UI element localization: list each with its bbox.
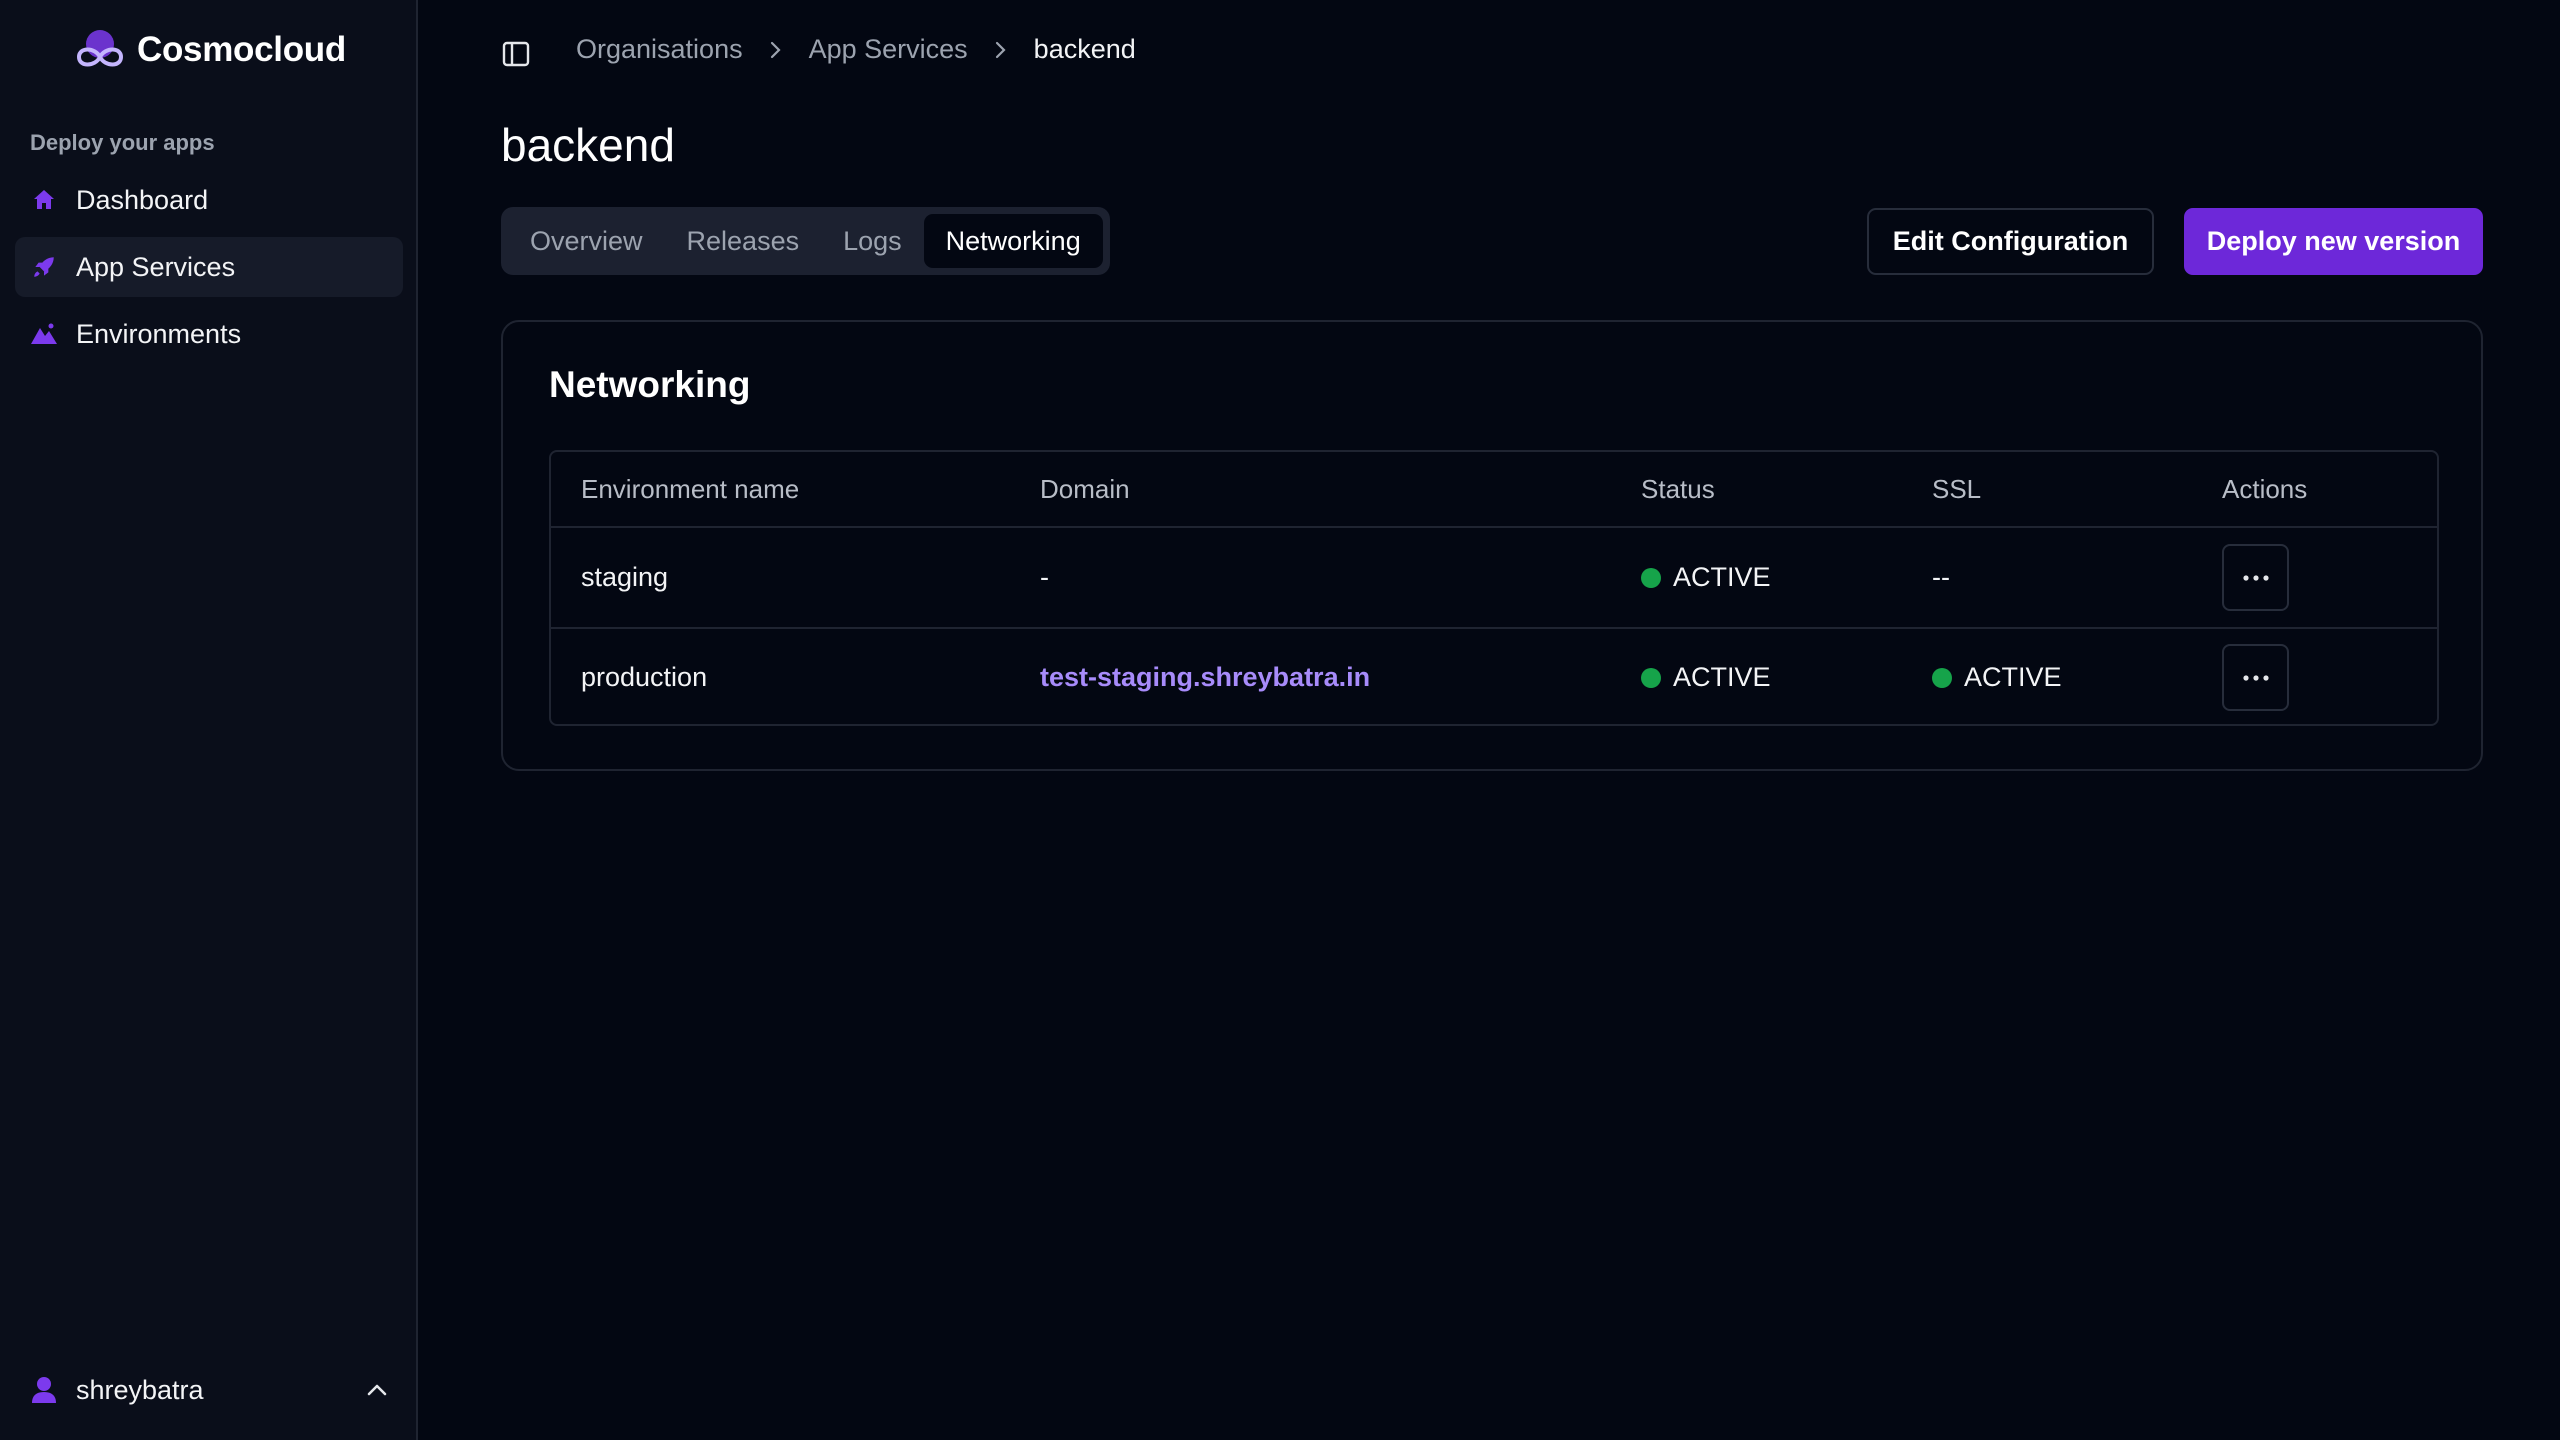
status-dot-icon [1641,667,1661,688]
row-actions-button[interactable] [2222,544,2289,611]
sidebar: Cosmocloud Deploy your apps Dashboard Ap… [0,0,418,1440]
column-header-domain: Domain [1040,473,1130,504]
ssl-status-badge: ACTIVE [1964,662,2062,692]
column-header-ssl: SSL [1932,473,1982,504]
networking-table: Environment name Domain Status SSL Actio… [549,450,2439,726]
tab-overview[interactable]: Overview [508,214,665,268]
ssl-value: -- [1932,562,1950,592]
brand[interactable]: Cosmocloud [73,26,346,74]
column-header-status: Status [1641,473,1715,504]
sidebar-item-label: App Services [76,251,236,282]
chevron-up-icon[interactable] [357,1370,397,1410]
table-row: production test-staging.shreybatra.in AC… [551,627,2437,724]
more-horizontal-icon [2242,574,2269,581]
table-row: staging - ACTIVE -- [551,528,2437,627]
status-dot-icon [1641,567,1661,588]
sidebar-item-label: Environments [76,318,242,349]
networking-card: Networking Environment name Domain Statu… [501,320,2483,771]
status-badge: ACTIVE [1673,662,1771,692]
user-icon [30,1376,58,1404]
status-badge: ACTIVE [1673,562,1771,592]
chevron-right-icon [769,40,783,60]
tab-bar: Overview Releases Logs Networking [501,207,1110,275]
page-title: backend [501,119,675,171]
status-cell: ACTIVE [1641,662,1771,693]
environment-name: staging [581,562,669,592]
mountain-icon [30,320,58,348]
breadcrumb: Organisations App Services backend [576,34,1136,65]
sidebar-item-dashboard[interactable]: Dashboard [15,170,403,230]
more-horizontal-icon [2242,674,2269,681]
sidebar-toggle-icon[interactable] [500,38,532,70]
tab-networking[interactable]: Networking [923,214,1103,268]
deploy-new-version-button[interactable]: Deploy new version [2184,208,2483,275]
user-name: shreybatra [76,1374,204,1405]
sidebar-section-label: Deploy your apps [30,130,215,155]
domain-link[interactable]: test-staging.shreybatra.in [1040,662,1370,693]
tab-releases[interactable]: Releases [665,214,822,268]
environment-name: production [581,662,708,692]
actions-cell [2222,644,2289,711]
row-actions-button[interactable] [2222,644,2289,711]
edit-configuration-button[interactable]: Edit Configuration [1867,208,2154,275]
domain-value: - [1040,562,1049,592]
ssl-status-dot-icon [1932,667,1952,688]
user-menu[interactable]: shreybatra [15,1360,403,1420]
app-root: Cosmocloud Deploy your apps Dashboard Ap… [0,0,2560,1440]
actions-cell [2222,544,2289,611]
sidebar-nav: Dashboard App Services Environments [15,170,403,371]
table-header: Environment name Domain Status SSL Actio… [551,452,2437,528]
sidebar-item-environments[interactable]: Environments [15,304,403,364]
chevron-right-icon [994,40,1008,60]
ssl-cell: ACTIVE [1932,662,2062,693]
breadcrumb-app-services[interactable]: App Services [809,34,968,65]
status-cell: ACTIVE [1641,562,1771,593]
networking-title: Networking [549,364,751,405]
sidebar-item-app-services[interactable]: App Services [15,237,403,297]
cosmocloud-logo-icon [76,30,124,67]
breadcrumb-organisations[interactable]: Organisations [576,34,743,65]
column-header-actions: Actions [2222,473,2308,504]
tab-logs[interactable]: Logs [821,214,924,268]
home-icon [30,186,58,214]
sidebar-item-label: Dashboard [76,184,209,215]
main-content: Organisations App Services backend backe… [418,0,2560,1440]
breadcrumb-current: backend [1033,34,1136,64]
rocket-icon [30,253,58,281]
column-header-environment: Environment name [581,473,800,504]
brand-name: Cosmocloud [137,30,346,69]
